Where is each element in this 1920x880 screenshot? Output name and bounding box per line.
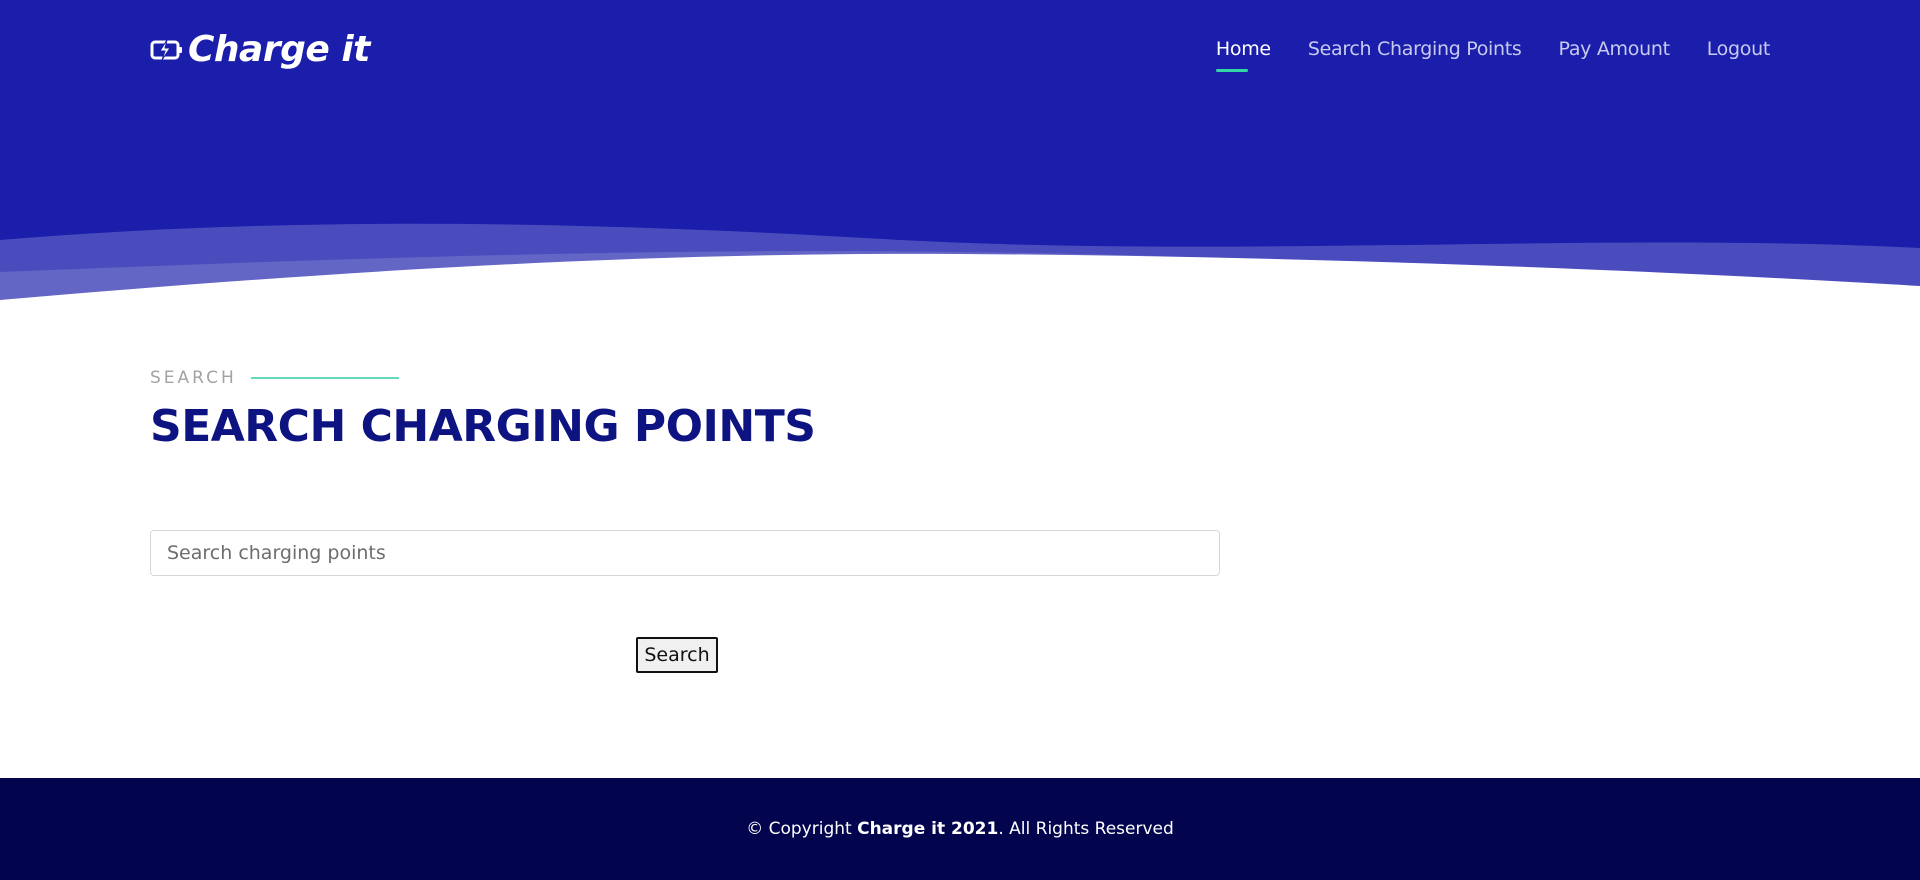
page-title: SEARCH CHARGING POINTS [150,401,816,452]
copyright-text: © Copyright Charge it 2021. All Rights R… [746,819,1174,839]
nav-item-home[interactable]: Home [1215,36,1271,72]
main-nav: Home Search Charging Points Pay Amount L… [1215,36,1771,72]
nav-item-search-charging-points[interactable]: Search Charging Points [1308,36,1522,62]
kicker-divider [250,377,399,379]
battery-bolt-icon [150,37,184,63]
brand-name: Charge it [188,29,370,70]
copyright-brand: Charge it 2021 [857,819,999,839]
search-input[interactable] [150,530,1220,576]
hero-header: Charge it Home Search Charging Points Pa… [0,0,1920,300]
section-kicker: SEARCH [150,368,399,388]
nav-item-logout[interactable]: Logout [1707,36,1771,62]
copyright-prefix: © Copyright [746,819,858,839]
brand-logo[interactable]: Charge it [150,28,370,72]
copyright-suffix: . All Rights Reserved [998,819,1174,839]
footer: © Copyright Charge it 2021. All Rights R… [0,778,1920,880]
section-kicker-text: SEARCH [150,368,237,388]
nav-item-pay-amount[interactable]: Pay Amount [1559,36,1671,62]
search-button[interactable]: Search [636,637,718,673]
